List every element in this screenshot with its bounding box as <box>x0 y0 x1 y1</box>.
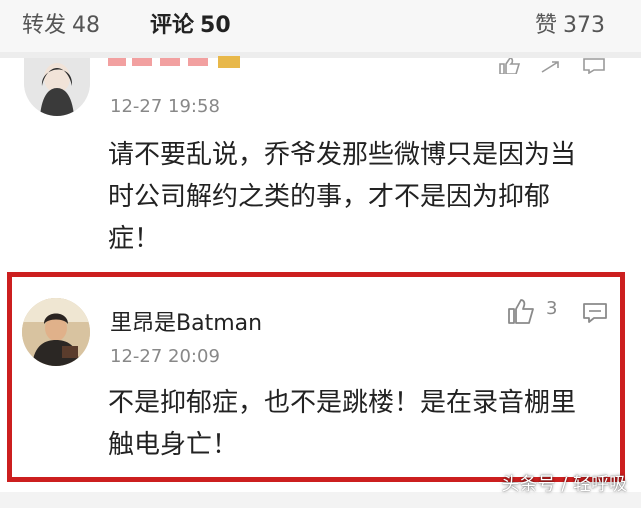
comment2-text: 不是抑郁症，也不是跳楼！是在录音棚里触电身亡！ <box>108 388 577 460</box>
watermark: 头条号 / 轻呼吸 <box>501 474 627 495</box>
tab-likes-label: 赞 <box>534 13 557 38</box>
comment2-like-count: 3 <box>546 298 558 319</box>
tab-likes-count: 373 <box>563 13 605 38</box>
tab-repost-label: 转发 <box>22 13 67 38</box>
tab-likes[interactable]: 赞 373 <box>535 12 605 40</box>
thumbs-up-icon[interactable] <box>507 298 535 324</box>
avatar[interactable] <box>22 298 90 366</box>
tab-comments-label: 评论 <box>150 13 195 38</box>
comment-icon[interactable] <box>582 302 608 324</box>
tab-comments-count: 50 <box>200 13 231 38</box>
share-icon[interactable] <box>540 60 560 74</box>
comment1-timestamp: 12-27 19:58 <box>110 96 220 117</box>
section-divider <box>0 52 641 58</box>
thumbs-up-icon[interactable] <box>497 58 523 74</box>
comment-tabs-bar: 转发 48 评论 50 赞 373 <box>0 0 641 52</box>
comment2-timestamp: 12-27 20:09 <box>110 346 220 367</box>
cropped-username-fragment <box>108 56 240 68</box>
comment1-text: 请不要乱说，乔爷发那些微博只是因为当时公司解约之类的事，才不是因为抑郁症！ <box>108 140 577 254</box>
avatar[interactable] <box>24 58 90 116</box>
tab-repost[interactable]: 转发 48 <box>22 12 100 40</box>
comment-icon[interactable] <box>582 58 606 74</box>
tab-comments[interactable]: 评论 50 <box>150 12 231 40</box>
comment2-username[interactable]: 里昂是Batman <box>110 305 262 337</box>
tab-repost-count: 48 <box>72 13 101 38</box>
